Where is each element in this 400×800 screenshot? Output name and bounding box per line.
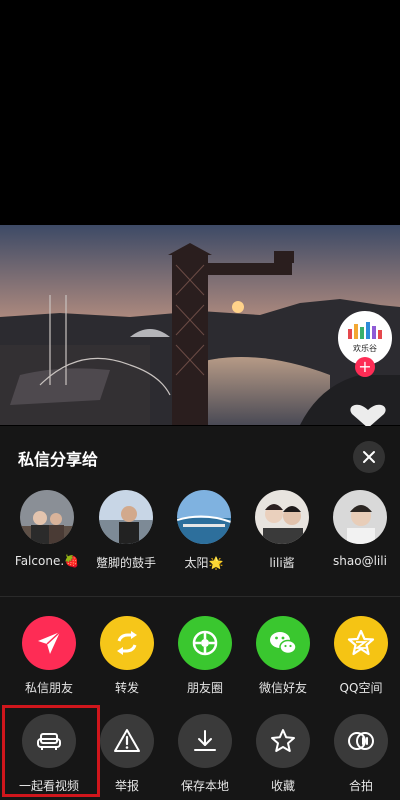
wechat-moments-icon [192,630,218,656]
qzone-star-icon [347,629,375,656]
creator-avatar-text: 欢乐谷 [353,344,377,353]
share-sheet-title: 私信分享给 [18,450,99,469]
share-sheet: 私信分享给 Falcone.🍓 蹩脚的鼓手 太阳🌟 lili酱 shao@lil… [0,426,400,800]
contact-item[interactable]: lili酱 [243,490,321,571]
share-target-label: QQ空间 [339,681,383,695]
warning-icon [114,729,140,752]
close-icon [363,451,375,463]
like-heart-icon[interactable] [348,404,388,428]
action-label: 合拍 [348,779,373,793]
share-target-label: 朋友圈 [186,681,223,695]
highlight-box [2,705,100,797]
contact-item[interactable]: Falcone.🍓 [8,490,86,568]
contact-avatar [255,490,309,544]
contact-item[interactable]: 太阳🌟 [165,490,243,571]
action-label: 收藏 [270,779,295,793]
star-outline-icon [271,729,295,752]
divider [0,596,400,597]
close-button[interactable] [353,441,385,473]
download-icon [194,730,216,751]
wechat-icon [270,632,297,655]
duet-button[interactable]: 合拍 [322,714,400,794]
share-target-label: 微信好友 [258,681,307,695]
save-local-button[interactable]: 保存本地 [166,714,244,794]
follow-button[interactable]: + [355,357,375,377]
contact-item[interactable]: shao@lili [321,490,399,568]
share-private-message-button[interactable]: 私信朋友 [10,616,88,696]
favorite-button[interactable]: 收藏 [244,714,322,794]
share-target-label: 私信朋友 [24,681,73,695]
contact-name: lili酱 [269,556,295,570]
paper-plane-icon [38,631,61,654]
park-logo-icon [348,322,382,339]
share-target-label: 转发 [114,681,139,695]
duet-icon [348,732,374,750]
contact-name: 蹩脚的鼓手 [95,556,156,570]
contact-name: Falcone.🍓 [14,554,80,568]
share-wechat-friend-button[interactable]: 微信好友 [244,616,322,696]
repost-arrows-icon [117,631,137,655]
action-label: 保存本地 [180,779,229,793]
share-moments-button[interactable]: 朋友圈 [166,616,244,696]
share-qzone-button[interactable]: QQ空间 [322,616,400,696]
contact-avatar [99,490,153,544]
contact-avatar [333,490,387,544]
contact-name: shao@lili [333,554,387,568]
contact-avatar [177,490,231,544]
contact-item[interactable]: 蹩脚的鼓手 [87,490,165,571]
contact-avatar [20,490,74,544]
contact-name: 太阳🌟 [184,556,224,570]
repost-button[interactable]: 转发 [88,616,166,696]
